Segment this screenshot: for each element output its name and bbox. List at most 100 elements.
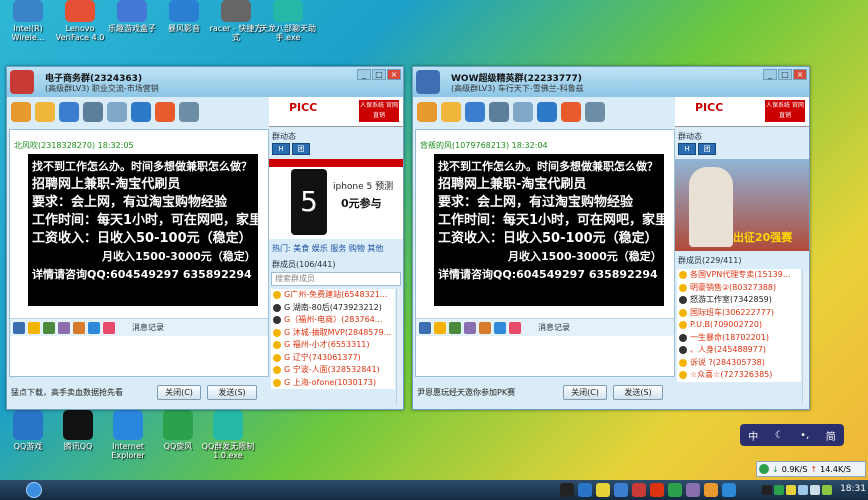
- car-icon[interactable]: [489, 102, 509, 122]
- shake-icon[interactable]: [73, 321, 85, 334]
- desktop-icon[interactable]: QQ群发无限制1.0.exe: [200, 410, 256, 460]
- message-record-button[interactable]: 消息记录: [538, 322, 570, 333]
- close-icon[interactable]: ×: [387, 69, 401, 80]
- taskbar-app-icon[interactable]: [632, 483, 646, 497]
- screenshot-icon[interactable]: [58, 321, 70, 334]
- list-item[interactable]: G（福州-电商）(283764...: [271, 314, 395, 327]
- sponsor-ad[interactable]: PICC 人保系统 官网直销: [675, 97, 809, 127]
- gift-icon[interactable]: [103, 321, 115, 334]
- list-item[interactable]: 、人身(245488977): [677, 344, 801, 357]
- member-scrollbar[interactable]: [396, 289, 403, 404]
- desktop-icon[interactable]: 天龙八部聊天助手.exe: [260, 0, 316, 42]
- tray-volume-icon[interactable]: [810, 485, 820, 495]
- list-item[interactable]: G 福州-小才(6553311): [271, 339, 395, 352]
- taskbar-clock[interactable]: 18:31: [840, 484, 866, 494]
- font-icon[interactable]: [419, 321, 431, 334]
- taskbar-app-icon[interactable]: [596, 483, 610, 497]
- sponsor-ad[interactable]: PICC 人保系统 官网直销: [269, 97, 403, 127]
- network-monitor[interactable]: ↓ 0.9K/S ↑ 14.4K/S: [756, 461, 866, 477]
- music-icon[interactable]: [88, 321, 100, 334]
- list-item[interactable]: G 辽宁(743061377): [271, 352, 395, 365]
- image-icon[interactable]: [449, 321, 461, 334]
- taskbar-app-icon[interactable]: [704, 483, 718, 497]
- list-item[interactable]: 明豪销售②(80327388): [677, 282, 801, 295]
- maximize-icon[interactable]: □: [372, 69, 386, 80]
- list-item[interactable]: G 宁波-人面(328532841): [271, 364, 395, 377]
- close-icon[interactable]: ×: [793, 69, 807, 80]
- game-icon[interactable]: [537, 102, 557, 122]
- safety-icon[interactable]: [155, 102, 175, 122]
- tab-home[interactable]: H: [678, 143, 696, 155]
- window-titlebar[interactable]: 电子商务群(2324363) (高级群LV3) 职业交流-市场营销 _ □ ×: [7, 67, 403, 97]
- tray-flag-icon[interactable]: [786, 485, 796, 495]
- desktop-icon[interactable]: 暴风影音: [156, 0, 212, 33]
- list-item[interactable]: ☆众喜☆(727326385): [677, 369, 801, 382]
- sidebar-ad[interactable]: 出征20强赛: [675, 159, 809, 251]
- home-icon[interactable]: [11, 102, 31, 122]
- folder-icon[interactable]: [35, 102, 55, 122]
- taskbar-app-icon[interactable]: [614, 483, 628, 497]
- member-list[interactable]: G广州-免费建站(6548321... G 湖南-80后(473923212) …: [271, 289, 395, 389]
- message-record-button[interactable]: 消息记录: [132, 322, 164, 333]
- game-icon[interactable]: [131, 102, 151, 122]
- sidebar-ad[interactable]: 5 iphone 5 预测 0元参与: [269, 159, 403, 239]
- album-icon[interactable]: [59, 102, 79, 122]
- member-scrollbar[interactable]: [802, 269, 809, 404]
- taskbar-app-icon[interactable]: [560, 483, 574, 497]
- tray-security-icon[interactable]: [774, 485, 784, 495]
- list-item[interactable]: G 上海-ofone(1030173): [271, 377, 395, 390]
- list-item[interactable]: 一生暴命(18702201): [677, 332, 801, 345]
- list-item[interactable]: G 湖南-80后(473923212): [271, 302, 395, 315]
- desktop-icon[interactable]: Lenovo VeriFace 4.0: [52, 0, 108, 42]
- bottom-tip-link[interactable]: 猛点下载，高手卖血数据抢先看: [11, 387, 123, 398]
- qq-group-window-1[interactable]: 电子商务群(2324363) (高级群LV3) 职业交流-市场营销 _ □ × …: [6, 66, 404, 410]
- ime-toolbar[interactable]: 中 ☾ •, 简: [740, 424, 844, 446]
- close-button[interactable]: 关闭(C): [563, 385, 607, 400]
- music-icon[interactable]: [494, 321, 506, 334]
- mail-icon[interactable]: [513, 102, 533, 122]
- start-button[interactable]: [26, 482, 42, 498]
- image-icon[interactable]: [43, 321, 55, 334]
- taskbar-app-icon[interactable]: [686, 483, 700, 497]
- bottom-tip-link[interactable]: 尹恩惠玩经天邀你参加PK赛: [417, 387, 515, 398]
- folder-icon[interactable]: [441, 102, 461, 122]
- hot-categories[interactable]: 热门: 美食 娱乐 服务 购物 其他: [272, 243, 383, 254]
- minimize-icon[interactable]: _: [357, 69, 371, 80]
- close-button[interactable]: 关闭(C): [157, 385, 201, 400]
- list-item[interactable]: G广州-免费建站(6548321...: [271, 289, 395, 302]
- taskbar-app-icon[interactable]: [578, 483, 592, 497]
- tab-group[interactable]: 团: [698, 143, 716, 155]
- tray-network-icon[interactable]: [798, 485, 808, 495]
- settings-icon[interactable]: [179, 102, 199, 122]
- send-button[interactable]: 发送(S): [613, 385, 663, 400]
- album-icon[interactable]: [465, 102, 485, 122]
- ime-mode[interactable]: 简: [826, 428, 836, 443]
- chat-area[interactable]: 背叛的风(1079768213) 18:32:04 找不到工作怎么办。时间多想做…: [415, 129, 675, 377]
- window-titlebar[interactable]: WOW超级精英群(22233777) (高级群LV3) 车行天下-雪佛兰-科鲁兹…: [413, 67, 809, 97]
- gift-icon[interactable]: [509, 321, 521, 334]
- ime-lang[interactable]: 中: [748, 428, 758, 443]
- desktop-icon[interactable]: Internet Explorer: [100, 410, 156, 460]
- member-search-input[interactable]: 搜索群成员: [271, 272, 401, 286]
- ime-moon-icon[interactable]: ☾: [775, 430, 784, 441]
- mail-icon[interactable]: [107, 102, 127, 122]
- desktop-icon[interactable]: QQ游戏: [0, 410, 56, 451]
- desktop-icon[interactable]: 乐趣游戏盒子: [104, 0, 160, 33]
- taskbar-app-icon[interactable]: [650, 483, 664, 497]
- desktop-icon[interactable]: Intel(R) Wirele...: [0, 0, 56, 42]
- taskbar-app-icon[interactable]: [668, 483, 682, 497]
- tab-home[interactable]: H: [272, 143, 290, 155]
- tray-battery-icon[interactable]: [822, 485, 832, 495]
- tab-group[interactable]: 团: [292, 143, 310, 155]
- car-icon[interactable]: [83, 102, 103, 122]
- list-item[interactable]: P.U.B(709002720): [677, 319, 801, 332]
- minimize-icon[interactable]: _: [763, 69, 777, 80]
- home-icon[interactable]: [417, 102, 437, 122]
- shake-icon[interactable]: [479, 321, 491, 334]
- member-list[interactable]: 各国VPN代理专卖(15139... 明豪销售②(80327388) 怒游工作室…: [677, 269, 801, 382]
- safety-icon[interactable]: [561, 102, 581, 122]
- send-button[interactable]: 发送(S): [207, 385, 257, 400]
- list-item[interactable]: 怒游工作室(7342859): [677, 294, 801, 307]
- list-item[interactable]: 诉说 ?(284305738): [677, 357, 801, 370]
- qq-group-window-2[interactable]: WOW超级精英群(22233777) (高级群LV3) 车行天下-雪佛兰-科鲁兹…: [412, 66, 810, 410]
